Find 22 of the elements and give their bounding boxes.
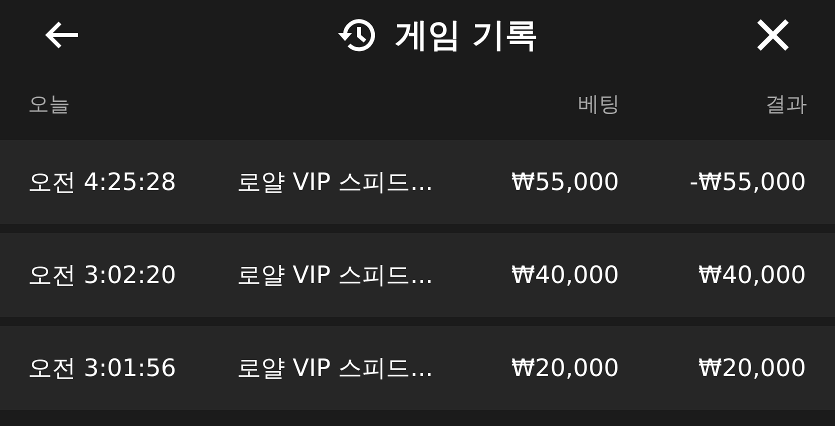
table-cell-text: -₩55,000 xyxy=(688,167,806,198)
table-cell-text: ₩40,000 xyxy=(510,260,619,291)
history-icon xyxy=(336,16,377,54)
table-cell-text: ₩20,000 xyxy=(510,353,619,384)
column-header: 오늘 xyxy=(28,91,71,118)
table-cell-text: 오전 3:02:20 xyxy=(28,260,178,291)
history-row[interactable]: 오전 3:02:20 로얄 VIP 스피드... ₩40,000 ₩40,000 xyxy=(0,233,835,317)
table-cell-text: 로얄 VIP 스피드... xyxy=(237,353,434,384)
table-cell-text: 오전 3:01:56 xyxy=(28,353,178,384)
table-cell-text: 로얄 VIP 스피드... xyxy=(237,260,434,291)
table-cell-text: 로얄 VIP 스피드... xyxy=(237,167,434,198)
back-arrow-icon xyxy=(44,20,80,50)
column-header: 결과 xyxy=(764,91,807,118)
close-icon xyxy=(756,18,790,52)
column-header: 베팅 xyxy=(577,91,620,118)
history-row[interactable]: 오전 4:25:28 로얄 VIP 스피드... ₩55,000 -₩55,000 xyxy=(0,140,835,224)
window-title: 게임 기록 xyxy=(394,14,538,56)
table-cell-text: ₩20,000 xyxy=(697,353,806,384)
history-row[interactable]: 오전 3:01:56 로얄 VIP 스피드... ₩20,000 ₩20,000 xyxy=(0,326,835,410)
table-cell-text: ₩55,000 xyxy=(510,167,619,198)
table-cell-text: 오전 4:25:28 xyxy=(28,167,178,198)
table-cell-text: ₩40,000 xyxy=(697,260,806,291)
